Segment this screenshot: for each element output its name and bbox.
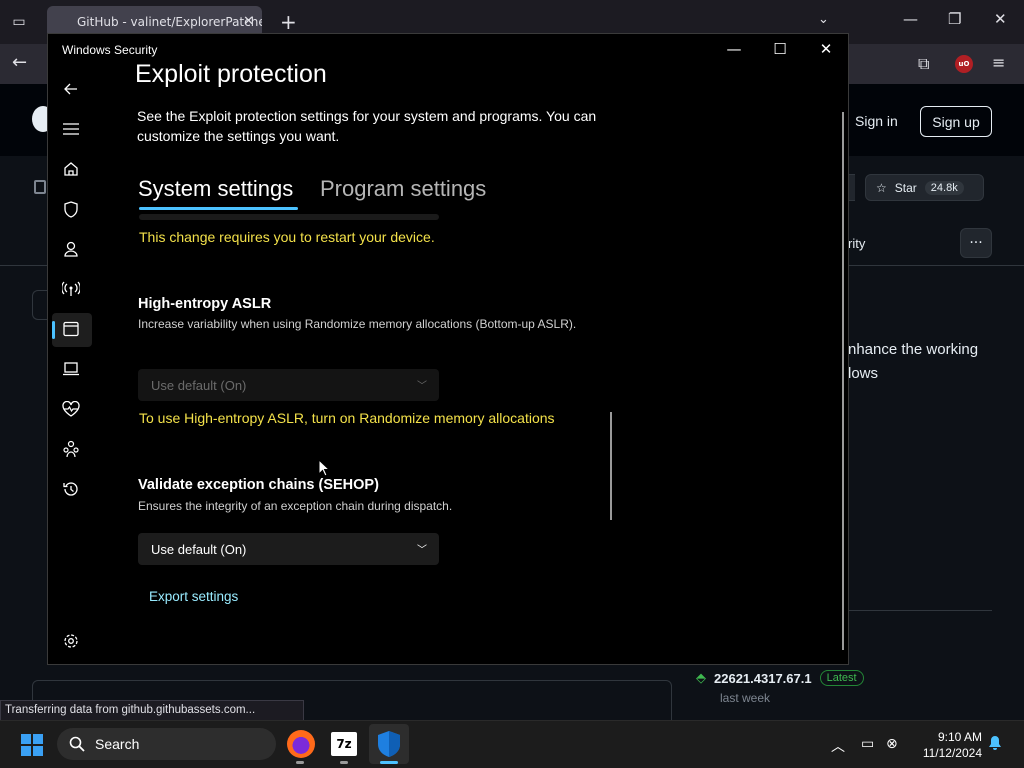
star-icon: ☆	[876, 180, 887, 195]
high-entropy-aslr-note: To use High-entropy ASLR, turn on Random…	[139, 410, 555, 426]
family-icon[interactable]	[60, 438, 82, 460]
setting-title-high-entropy-aslr: High-entropy ASLR	[138, 296, 272, 312]
browser-minimize-icon[interactable]: —	[903, 10, 918, 28]
restart-warning: This change requires you to restart your…	[139, 229, 435, 245]
close-icon[interactable]: ✕	[816, 40, 836, 58]
tab-program-settings[interactable]: Program settings	[320, 176, 486, 202]
export-settings-link[interactable]: Export settings	[149, 589, 238, 604]
back-arrow-icon[interactable]: ←	[12, 52, 27, 73]
notification-bell-icon[interactable]	[988, 735, 1002, 755]
ublock-icon[interactable]: uO	[955, 55, 973, 73]
page-scrollbar[interactable]	[842, 112, 844, 650]
extensions-icon[interactable]: ⧉	[918, 54, 929, 74]
search-label: Search	[95, 736, 140, 752]
star-count: 24.8k	[924, 180, 964, 195]
sign-in-link[interactable]: Sign in	[855, 113, 898, 129]
history-icon[interactable]	[60, 478, 82, 500]
taskbar-search[interactable]: Search	[57, 728, 276, 760]
sehop-dropdown[interactable]: Use default (On) ﹀	[138, 533, 439, 565]
date: 11/12/2024	[922, 746, 982, 760]
network-disconnected-icon[interactable]: ⊗	[886, 736, 898, 752]
active-tab-indicator	[139, 207, 298, 210]
tab-close-icon[interactable]: ✕	[243, 14, 254, 29]
star-button[interactable]: ☆ Star 24.8k	[865, 174, 984, 201]
branch-selector[interactable]	[32, 290, 48, 320]
settings-gear-icon[interactable]	[60, 630, 82, 652]
browser-close-icon[interactable]: ✕	[994, 10, 1007, 28]
nav-selected-indicator	[52, 321, 55, 339]
7zip-running-indicator	[340, 761, 348, 764]
menu-icon[interactable]: ≡	[992, 53, 1005, 72]
scroll-fade	[139, 214, 439, 220]
7zip-label: 7z	[336, 737, 352, 751]
page-intro: See the Exploit protection settings for …	[137, 108, 597, 144]
network-icon[interactable]	[60, 278, 82, 300]
star-label: Star	[894, 180, 917, 195]
firefox-running-indicator	[296, 761, 304, 764]
clock[interactable]: 9:10 AM 11/12/2024	[912, 729, 982, 761]
page-title: Exploit protection	[135, 60, 327, 88]
content-scrollbar[interactable]	[610, 412, 612, 520]
7zip-icon[interactable]: 7z	[331, 732, 357, 756]
more-options-icon[interactable]: ···	[960, 228, 992, 258]
hamburger-menu-icon[interactable]	[60, 118, 82, 140]
latest-badge: Latest	[819, 670, 864, 686]
security-active-indicator	[380, 761, 398, 764]
home-icon[interactable]	[60, 158, 82, 180]
tab-overflow-icon[interactable]: ⌄	[818, 12, 829, 27]
new-tab-button[interactable]: +	[280, 10, 297, 34]
setting-desc-sehop: Ensures the integrity of an exception ch…	[138, 499, 453, 513]
sign-up-button[interactable]: Sign up	[920, 106, 992, 137]
repo-tab-security[interactable]: rity	[848, 236, 865, 251]
firefox-icon[interactable]	[287, 730, 315, 758]
search-icon	[69, 736, 85, 752]
window-title: Windows Security	[62, 43, 158, 57]
back-arrow-icon[interactable]	[60, 78, 82, 100]
tag-icon: ⬘	[696, 670, 706, 685]
divider	[848, 610, 992, 611]
browser-status-text: Transferring data from github.githubasse…	[0, 700, 304, 722]
tab-system-settings[interactable]: System settings	[138, 176, 293, 202]
health-heart-icon[interactable]	[60, 398, 82, 420]
repo-description: nhance the working lows	[848, 341, 979, 382]
release-version[interactable]: 22621.4317.67.1	[714, 671, 812, 686]
app-browser-control-icon[interactable]	[60, 318, 82, 340]
chevron-down-icon: ﹀	[417, 545, 427, 556]
device-security-icon[interactable]	[60, 358, 82, 380]
setting-title-sehop: Validate exception chains (SEHOP)	[138, 477, 379, 493]
dropdown-value: Use default (On)	[151, 377, 247, 393]
account-icon[interactable]	[60, 238, 82, 260]
chevron-down-icon: ﹀	[417, 381, 427, 392]
shield-icon[interactable]	[60, 198, 82, 220]
minimize-icon[interactable]: —	[724, 40, 744, 58]
high-entropy-aslr-dropdown: Use default (On) ﹀	[138, 369, 439, 401]
browser-restore-icon[interactable]: ❐	[948, 10, 961, 28]
setting-desc-high-entropy-aslr: Increase variability when using Randomiz…	[138, 317, 577, 331]
maximize-icon[interactable]: ☐	[770, 40, 790, 58]
windows-security-icon[interactable]	[375, 730, 403, 758]
release-date: last week	[720, 691, 771, 705]
chevron-up-icon[interactable]: ︿	[831, 736, 845, 756]
dropdown-value: Use default (On)	[151, 541, 247, 557]
time: 9:10 AM	[937, 730, 982, 744]
windows-security-window: Windows Security — ☐ ✕ Exploit protectio…	[47, 33, 849, 665]
windows-start-icon[interactable]	[21, 734, 43, 756]
repo-icon	[34, 180, 46, 194]
release-entry[interactable]: ⬘ 22621.4317.67.1 Latest	[696, 670, 864, 686]
browser-tab-title: GitHub - valinet/ExplorerPatcher	[77, 15, 262, 29]
display-icon[interactable]: ▭	[861, 736, 874, 752]
tab-list-icon[interactable]: ▭	[8, 12, 30, 32]
